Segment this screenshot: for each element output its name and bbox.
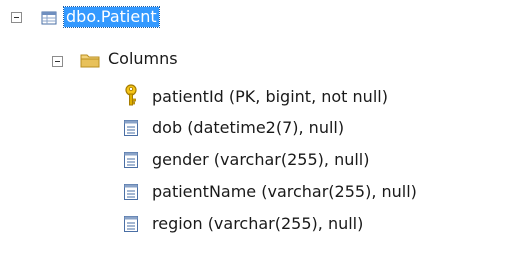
column-icon (124, 184, 138, 200)
column-label-gender[interactable]: gender (varchar(255), null) (152, 150, 369, 170)
tree-node-columns-label[interactable]: Columns (108, 49, 178, 69)
column-label-patientid[interactable]: patientId (PK, bigint, not null) (152, 87, 388, 107)
column-icon (124, 120, 138, 136)
folder-icon (80, 54, 100, 68)
column-label-region[interactable]: region (varchar(255), null) (152, 214, 363, 234)
column-icon (124, 216, 138, 232)
column-label-dob[interactable]: dob (datetime2(7), null) (152, 118, 344, 138)
collapse-toggle-columns[interactable] (52, 56, 63, 67)
table-icon (41, 11, 57, 25)
primary-key-icon (125, 84, 137, 106)
column-label-patientname[interactable]: patientName (varchar(255), null) (152, 182, 417, 202)
collapse-toggle-table[interactable] (11, 12, 22, 23)
column-icon (124, 152, 138, 168)
tree-node-table-label[interactable]: dbo.Patient (63, 6, 160, 28)
